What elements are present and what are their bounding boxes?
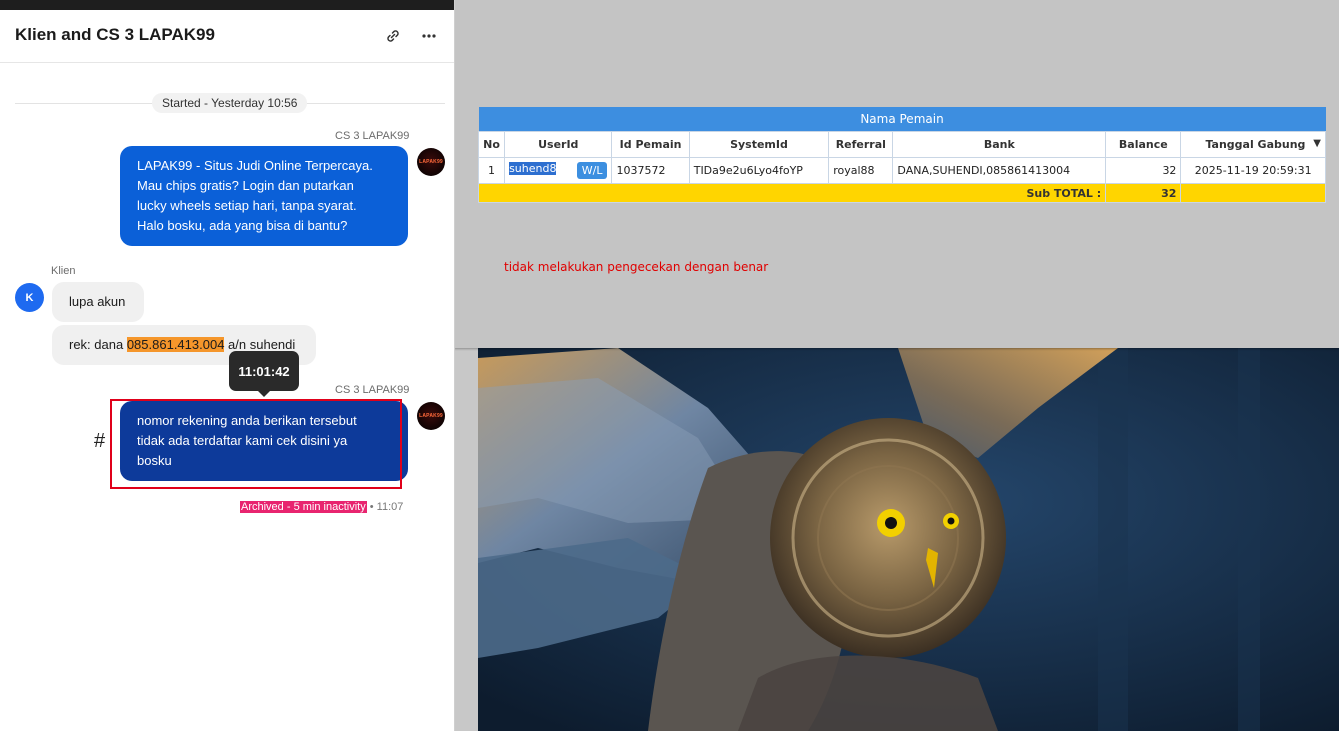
message-line: Mau chips gratis? Login dan putarkan: [137, 178, 354, 193]
subtotal-row: Sub TOTAL : 32: [477, 183, 1326, 203]
archived-status: Archived - 5 min inactivity • 11:07: [240, 501, 403, 513]
link-icon[interactable]: [383, 26, 403, 46]
cell-id-pemain: 1037572: [611, 157, 690, 184]
owl-photo: [478, 348, 1339, 731]
archived-badge: Archived - 5 min inactivity: [240, 501, 367, 513]
cell-bank: DANA,SUHENDI,085861413004: [892, 157, 1107, 184]
message-bubble[interactable]: LAPAK99 - Situs Judi Online Terpercaya. …: [120, 146, 408, 246]
col-header-tanggal-gabung[interactable]: Tanggal Gabung ▼: [1180, 131, 1326, 158]
userid-value[interactable]: suhend8: [509, 162, 557, 175]
account-number-highlight: 085.861.413.004: [126, 337, 225, 352]
message-line: lucky wheels setiap hari, tanpa syarat.: [137, 198, 357, 213]
timestamp-tooltip: 11:01:42: [229, 351, 299, 397]
sender-name: CS 3 LAPAK99: [335, 384, 410, 396]
annotation-note: tidak melakukan pengecekan dengan benar: [504, 260, 769, 274]
table-caption: Nama Pemain: [478, 107, 1326, 132]
cell-tanggal: 2025-11-19 20:59:31: [1180, 157, 1326, 184]
cell-balance: 32: [1105, 157, 1182, 184]
player-table: Nama Pemain No UserId Id Pemain SystemId…: [477, 107, 1326, 203]
cell-userid: suhend8 W/L: [504, 157, 613, 184]
more-icon[interactable]: [419, 26, 439, 46]
col-header-tanggal-label: Tanggal Gabung: [1205, 138, 1306, 151]
highlight-box: [110, 399, 402, 489]
conversation-started: Started - Yesterday 10:56: [152, 93, 308, 113]
subtotal-empty: [1180, 183, 1326, 203]
message-line: LAPAK99 - Situs Judi Online Terpercaya.: [137, 158, 373, 173]
col-header-systemid[interactable]: SystemId: [688, 131, 830, 158]
cell-systemid: TIDa9e2u6Lyo4foYP: [688, 157, 830, 184]
chat-title: Klien and CS 3 LAPAK99: [15, 25, 215, 44]
chat-panel: Klien and CS 3 LAPAK99 Started - Yesterd…: [0, 0, 455, 731]
subtotal-value: 32: [1105, 183, 1182, 203]
col-header-userid[interactable]: UserId: [504, 131, 613, 158]
hash-icon: #: [94, 430, 106, 452]
col-header-referral[interactable]: Referral: [828, 131, 894, 158]
col-header-bank[interactable]: Bank: [892, 131, 1107, 158]
wl-button[interactable]: W/L: [576, 162, 608, 179]
cell-referral: royal88: [828, 157, 894, 184]
lapak99-avatar-icon: LAPAK99: [417, 402, 445, 430]
cell-no: 1: [477, 157, 506, 184]
col-header-id-pemain[interactable]: Id Pemain: [611, 131, 690, 158]
lapak99-avatar-icon: LAPAK99: [417, 148, 445, 176]
message-text: a/n suhendi: [224, 337, 296, 352]
message-text: rek: dana: [69, 337, 127, 352]
col-header-no[interactable]: No: [477, 131, 506, 158]
client-avatar: K: [15, 283, 44, 312]
sender-name: Klien: [51, 265, 76, 277]
chat-header: Klien and CS 3 LAPAK99: [0, 10, 454, 63]
archived-time: • 11:07: [366, 501, 404, 513]
player-panel: Nama Pemain No UserId Id Pemain SystemId…: [454, 0, 1339, 348]
top-bar: [0, 0, 454, 10]
owl-image: [478, 348, 1339, 731]
message-bubble[interactable]: lupa akun: [52, 282, 144, 322]
subtotal-label: Sub TOTAL :: [477, 183, 1107, 203]
table-row: 1 suhend8 W/L 1037572 TIDa9e2u6Lyo4foYP …: [477, 157, 1326, 184]
sort-down-icon[interactable]: ▼: [1313, 138, 1321, 149]
sender-name: CS 3 LAPAK99: [335, 130, 410, 142]
col-header-balance[interactable]: Balance: [1105, 131, 1182, 158]
table-header-row: No UserId Id Pemain SystemId Referral Ba…: [477, 131, 1326, 158]
message-line: Halo bosku, ada yang bisa di bantu?: [137, 218, 348, 233]
